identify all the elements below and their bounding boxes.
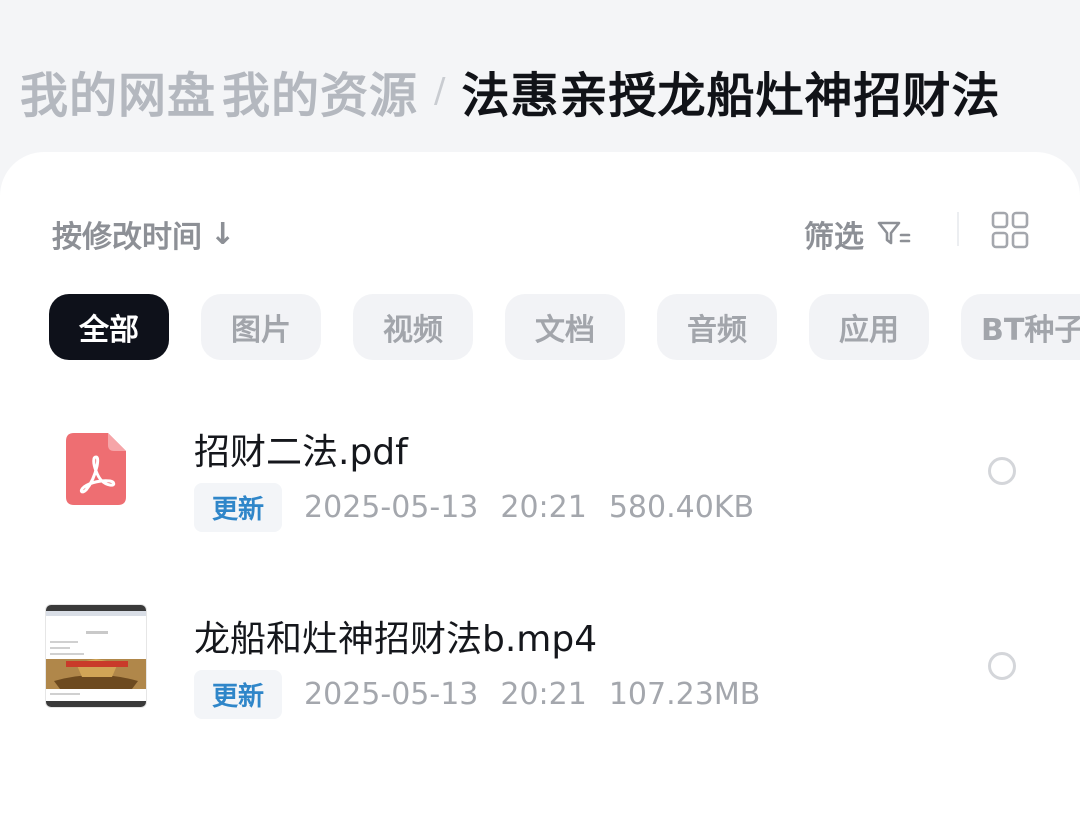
tab-documents[interactable]: 文档 — [505, 294, 625, 360]
select-radio[interactable] — [988, 652, 1016, 680]
filter-button[interactable]: 筛选 — [804, 212, 912, 256]
grid-view-button[interactable] — [990, 210, 1030, 250]
file-name: 招财二法.pdf — [194, 432, 408, 473]
tab-all[interactable]: 全部 — [49, 294, 169, 360]
file-date: 2025-05-13 — [304, 490, 479, 525]
file-time: 20:21 — [500, 490, 587, 525]
breadcrumb-root[interactable]: 我的网盘 — [20, 56, 216, 126]
video-thumbnail — [45, 604, 147, 708]
update-badge: 更新 — [194, 670, 283, 719]
tab-videos[interactable]: 视频 — [353, 294, 473, 360]
pdf-icon — [66, 433, 126, 505]
tab-bt-torrents[interactable]: BT种子 — [961, 294, 1080, 360]
select-radio[interactable] — [988, 457, 1016, 485]
tab-audio[interactable]: 音频 — [657, 294, 777, 360]
breadcrumb-current: 法惠亲授龙船灶神招财法 — [461, 68, 1001, 124]
tab-images[interactable]: 图片 — [201, 294, 321, 360]
file-meta: 更新 2025-05-13 20:21 107.23MB — [194, 670, 782, 719]
filter-label: 筛选 — [804, 220, 864, 255]
file-row[interactable]: 龙船和灶神招财法b.mp4 更新 2025-05-13 20:21 107.23… — [0, 594, 1080, 734]
sort-label: 按修改时间 — [52, 220, 202, 255]
content-card: 按修改时间 ↓ 筛选 全部 图片 视频 文档 音频 应用 BT种子 招财二法.p… — [0, 152, 1080, 814]
grid-icon — [991, 211, 1029, 249]
breadcrumb: 我的网盘 我的资源 / 法惠亲授龙船灶神招财法 — [20, 56, 1001, 126]
file-browser-screen: 我的网盘 我的资源 / 法惠亲授龙船灶神招财法 按修改时间 ↓ 筛选 全部 图片… — [0, 0, 1080, 814]
tab-apps[interactable]: 应用 — [809, 294, 929, 360]
file-date: 2025-05-13 — [304, 677, 479, 712]
file-meta: 更新 2025-05-13 20:21 580.40KB — [194, 483, 776, 532]
filter-icon — [876, 219, 912, 249]
file-size: 107.23MB — [608, 677, 761, 712]
breadcrumb-separator: / — [434, 71, 446, 111]
update-badge: 更新 — [194, 483, 283, 532]
file-time: 20:21 — [500, 677, 587, 712]
breadcrumb-parent[interactable]: 我的资源 — [222, 56, 418, 126]
sort-arrow-icon: ↓ — [210, 216, 236, 252]
toolbar-divider — [957, 212, 959, 246]
file-row[interactable]: 招财二法.pdf 更新 2025-05-13 20:21 580.40KB — [0, 407, 1080, 547]
sort-button[interactable]: 按修改时间 ↓ — [52, 212, 235, 256]
file-size: 580.40KB — [608, 490, 755, 525]
category-tabs: 全部 图片 视频 文档 音频 应用 BT种子 — [49, 294, 1080, 360]
file-name: 龙船和灶神招财法b.mp4 — [194, 619, 598, 660]
